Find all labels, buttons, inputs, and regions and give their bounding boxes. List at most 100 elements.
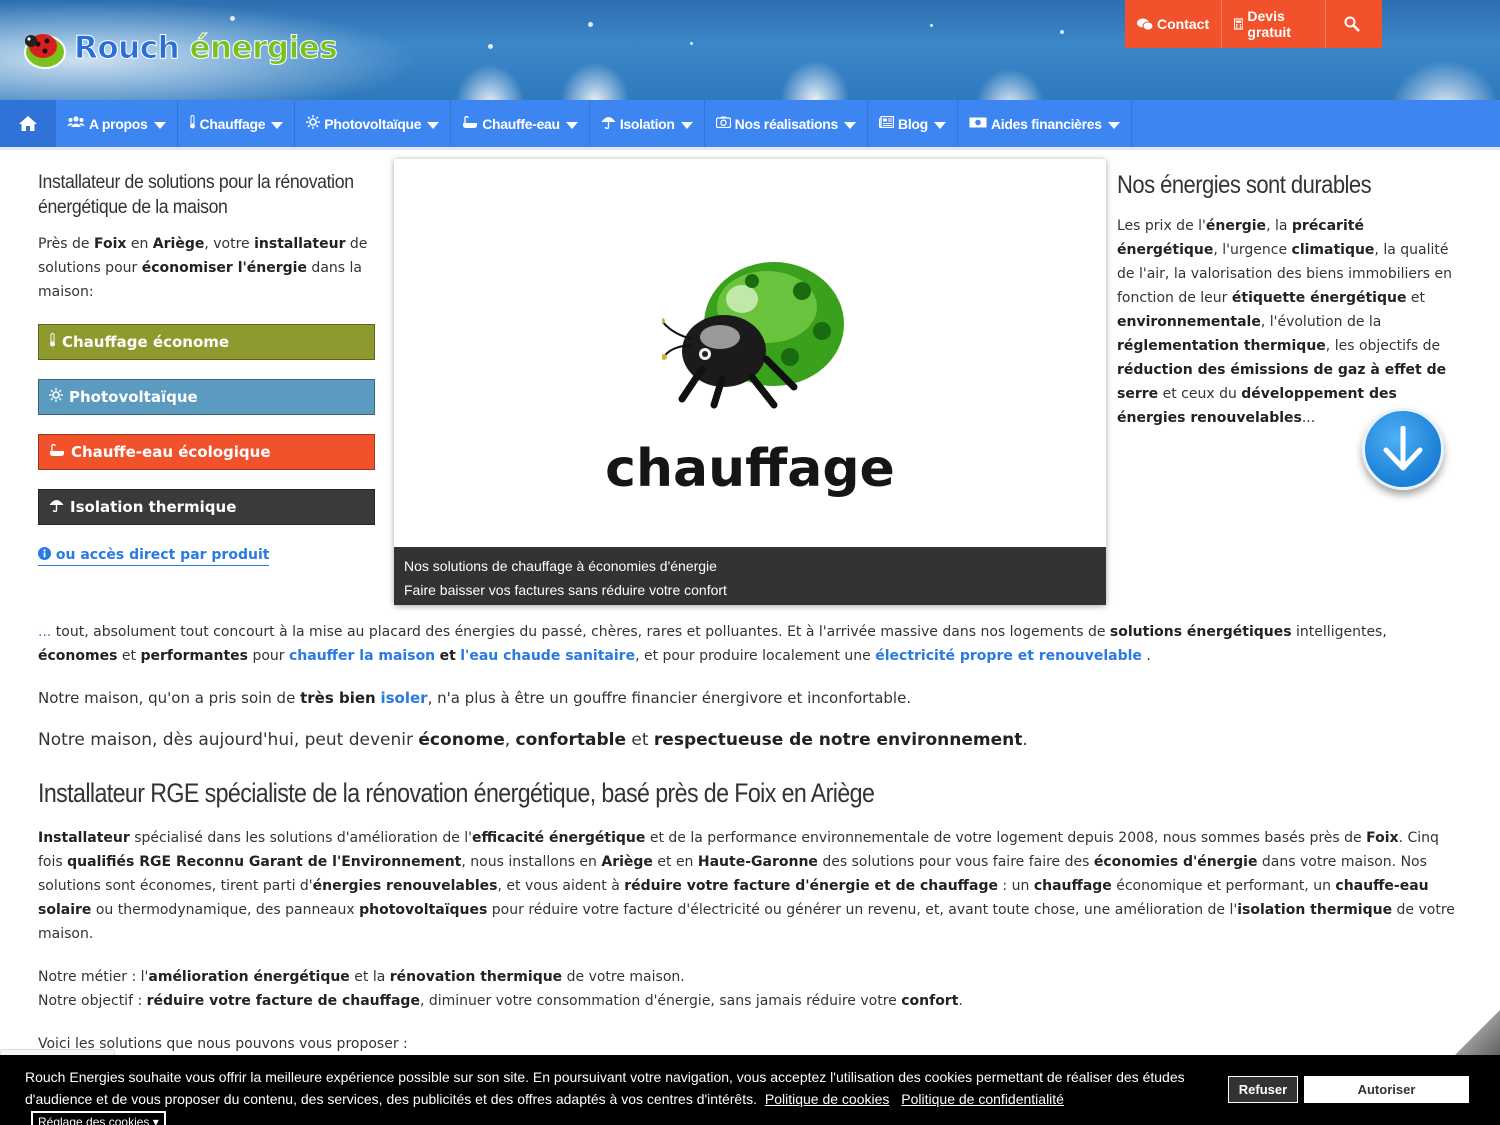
devis-link[interactable]: Devis gratuit bbox=[1222, 0, 1326, 48]
dandelion-decoration bbox=[455, 64, 525, 100]
sparkle bbox=[488, 44, 493, 49]
chevron-down-icon bbox=[271, 121, 284, 129]
main-content: ... tout, absolument tout concourt à la … bbox=[38, 620, 1463, 1056]
nav-label: Chauffage bbox=[199, 115, 266, 132]
nav-item-aides[interactable]: Aides financières bbox=[958, 100, 1132, 147]
nav-item-a-propos[interactable]: A propos bbox=[56, 100, 178, 147]
ladybug-logo-icon bbox=[24, 34, 66, 69]
caption-line-2: Faire baisser vos factures sans réduire … bbox=[404, 582, 727, 598]
users-icon bbox=[67, 116, 85, 131]
rge-heading: Installateur RGE spécialiste de la rénov… bbox=[38, 778, 875, 808]
nav-label: Isolation bbox=[619, 115, 675, 132]
chauffe-eau-button[interactable]: Chauffe-eau écologique bbox=[38, 434, 375, 470]
chauffage-econome-button[interactable]: Chauffage économe bbox=[38, 324, 375, 360]
chevron-down-icon bbox=[933, 121, 946, 129]
direct-link-label: ou accès direct par produit bbox=[55, 547, 270, 563]
umbrella-icon bbox=[601, 115, 616, 132]
chevron-down-icon bbox=[565, 121, 578, 129]
arrow-down-icon bbox=[1383, 426, 1423, 471]
nav-label: Photovoltaïque bbox=[324, 115, 422, 132]
contact-label: Contact bbox=[1157, 16, 1210, 32]
dandelion-decoration bbox=[975, 68, 1045, 100]
bath-icon bbox=[462, 115, 478, 132]
button-label: Chauffage économe bbox=[62, 333, 230, 351]
money-icon bbox=[969, 116, 987, 131]
isolation-button[interactable]: Isolation thermique bbox=[38, 489, 375, 525]
isoler-link[interactable]: isoler bbox=[380, 689, 427, 707]
dandelion-decoration bbox=[1390, 60, 1500, 100]
eau-chaude-link[interactable]: l'eau chaude sanitaire bbox=[460, 648, 635, 664]
chevron-down-icon bbox=[844, 121, 857, 129]
nav-label: Aides financières bbox=[990, 115, 1102, 132]
calculator-icon bbox=[1234, 18, 1244, 30]
camera-icon bbox=[715, 116, 731, 131]
top-action-bar: Contact Devis gratuit bbox=[1125, 0, 1382, 48]
cookie-policy-link[interactable]: Politique de cookies bbox=[765, 1091, 890, 1107]
site-logo[interactable]: Rouch énergies bbox=[20, 26, 338, 70]
ellipsis-link[interactable]: ... bbox=[38, 624, 51, 640]
refuse-cookies-button[interactable]: Refuser bbox=[1228, 1076, 1298, 1103]
scroll-down-button[interactable] bbox=[1362, 408, 1444, 490]
chevron-down-icon bbox=[1107, 121, 1120, 129]
hero-slider[interactable]: chauffage Nos solutions de chauffage à é… bbox=[394, 159, 1106, 605]
sparkle bbox=[1060, 30, 1064, 34]
chauffer-maison-link[interactable]: chauffer la maison bbox=[289, 648, 435, 664]
slide-caption: Nos solutions de chauffage à économies d… bbox=[394, 547, 1106, 605]
chevron-down-icon bbox=[153, 121, 166, 129]
search-button[interactable] bbox=[1326, 0, 1382, 48]
nav-label: Nos réalisations bbox=[734, 115, 839, 132]
nav-item-blog[interactable]: Blog bbox=[868, 100, 958, 147]
ladybug-illustration bbox=[662, 262, 844, 409]
logo-word-rouch: Rouch bbox=[73, 30, 180, 67]
dandelion-decoration bbox=[780, 60, 850, 100]
home-icon bbox=[19, 116, 37, 131]
button-label: Chauffe-eau écologique bbox=[71, 443, 271, 461]
sun-icon bbox=[49, 388, 63, 406]
chevron-down-icon bbox=[427, 121, 440, 129]
left-intro-column: Installateur de solutions pour la rénova… bbox=[38, 170, 378, 566]
info-icon bbox=[38, 547, 51, 560]
logo-word-energies: énergies bbox=[189, 30, 338, 67]
nav-item-chauffe-eau[interactable]: Chauffe-eau bbox=[451, 100, 590, 147]
contact-link[interactable]: Contact bbox=[1125, 0, 1223, 48]
chevron-down-icon bbox=[680, 121, 693, 129]
accept-cookies-button[interactable]: Autoriser bbox=[1304, 1076, 1469, 1103]
nav-label: Chauffe-eau bbox=[482, 115, 560, 132]
right-column: Nos énergies sont durables Les prix de l… bbox=[1117, 170, 1467, 430]
thermometer-icon bbox=[189, 115, 196, 132]
chevron-down-icon: ▾ bbox=[152, 1115, 159, 1125]
devis-label: Devis gratuit bbox=[1247, 8, 1291, 40]
cookie-text-block: Rouch Energies souhaite vous offrir la m… bbox=[25, 1066, 1205, 1125]
slide-title: chauffage bbox=[605, 439, 895, 499]
thermometer-icon bbox=[49, 333, 56, 351]
caption-line-1: Nos solutions de chauffage à économies d… bbox=[404, 558, 717, 574]
search-icon bbox=[1344, 16, 1360, 32]
cookie-settings-button[interactable]: Réglage des cookies ▾ bbox=[31, 1111, 166, 1125]
photovoltaique-button[interactable]: Photovoltaïque bbox=[38, 379, 375, 415]
privacy-policy-link[interactable]: Politique de confidentialité bbox=[901, 1091, 1064, 1107]
electricite-link[interactable]: électricité propre et renouvelable bbox=[875, 648, 1142, 664]
nav-item-photovoltaique[interactable]: Photovoltaïque bbox=[295, 100, 452, 147]
button-label: Isolation thermique bbox=[70, 498, 237, 516]
paragraph-isoler: Notre maison, qu'on a pris soin de très … bbox=[38, 689, 912, 707]
nav-item-chauffage[interactable]: Chauffage bbox=[178, 100, 296, 147]
sparkle bbox=[690, 42, 693, 45]
nav-label: A propos bbox=[89, 115, 148, 132]
nav-home[interactable] bbox=[0, 100, 56, 147]
sparkle bbox=[230, 16, 235, 21]
dandelion-decoration bbox=[560, 62, 630, 100]
intro-title: Installateur de solutions pour la rénova… bbox=[38, 172, 354, 218]
main-navigation: A propos Chauffage Photovoltaïque Chauff… bbox=[0, 100, 1500, 150]
sun-icon bbox=[306, 115, 321, 132]
nav-item-isolation[interactable]: Isolation bbox=[590, 100, 705, 147]
button-label: Photovoltaïque bbox=[69, 388, 198, 406]
bath-icon bbox=[49, 443, 65, 461]
nav-item-realisations[interactable]: Nos réalisations bbox=[705, 100, 869, 147]
cookie-settings-label: Réglage des cookies bbox=[38, 1115, 150, 1125]
direct-product-link[interactable]: ou accès direct par produit bbox=[38, 547, 270, 566]
paragraph-concourt: ... tout, absolument tout concourt à la … bbox=[38, 624, 1387, 664]
chat-icon bbox=[1137, 18, 1153, 30]
site-header: Rouch énergies Contact Devis gratuit bbox=[0, 0, 1500, 100]
paragraph-metier: Notre métier : l'amélioration énergétiqu… bbox=[38, 969, 963, 1009]
logo-text: Rouch énergies bbox=[73, 30, 338, 67]
